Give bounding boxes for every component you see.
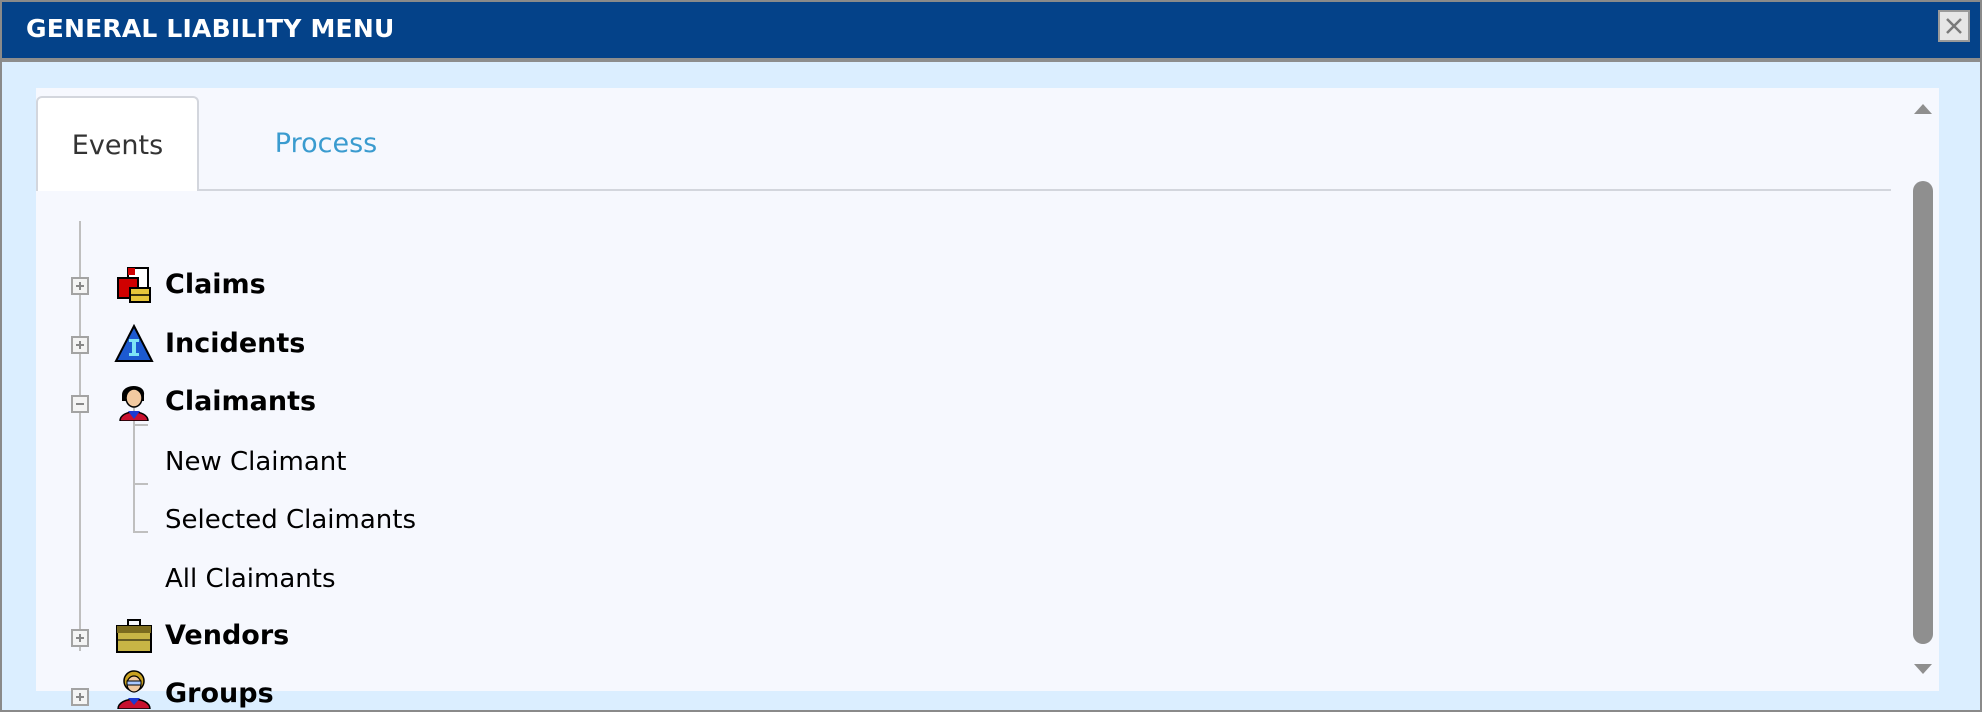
- tab-process[interactable]: Process: [236, 96, 416, 191]
- groups-expand-toggle[interactable]: [71, 688, 89, 706]
- tree-guide-line: [133, 531, 148, 533]
- tree-node-vendors[interactable]: Vendors: [165, 620, 289, 651]
- tab-strip: Events Process: [36, 88, 1891, 191]
- scroll-thumb[interactable]: [1913, 181, 1933, 644]
- window-title: GENERAL LIABILITY MENU: [26, 14, 395, 43]
- vendors-icon: [116, 619, 152, 653]
- scroll-up-arrow-icon[interactable]: [1913, 102, 1933, 116]
- tree-node-claims[interactable]: Claims: [165, 269, 266, 300]
- tree-item-new-claimant[interactable]: New Claimant: [165, 447, 346, 477]
- tree-node-groups[interactable]: Groups: [165, 678, 274, 709]
- events-tree: Claims Incidents Claimants New Claimant …: [36, 191, 1891, 709]
- general-liability-window: GENERAL LIABILITY MENU Events Process Cl…: [0, 0, 1982, 712]
- incidents-icon: [114, 324, 154, 362]
- claims-expand-toggle[interactable]: [71, 277, 89, 295]
- claimants-icon: [119, 386, 149, 421]
- claimants-collapse-toggle[interactable]: [71, 395, 89, 413]
- tree-node-incidents[interactable]: Incidents: [165, 328, 305, 359]
- title-bar: GENERAL LIABILITY MENU: [2, 2, 1980, 62]
- tree-item-all-claimants[interactable]: All Claimants: [165, 564, 336, 594]
- vendors-expand-toggle[interactable]: [71, 629, 89, 647]
- tree-guide-line: [133, 424, 148, 426]
- menu-panel: Events Process Claims Incidents Claimant…: [36, 88, 1939, 709]
- tree-node-claimants[interactable]: Claimants: [165, 386, 316, 417]
- tab-events[interactable]: Events: [36, 96, 199, 191]
- close-button[interactable]: [1938, 10, 1970, 42]
- tree-item-selected-claimants[interactable]: Selected Claimants: [165, 505, 416, 535]
- groups-icon: [117, 670, 151, 709]
- vertical-scrollbar[interactable]: [1907, 88, 1939, 691]
- incidents-expand-toggle[interactable]: [71, 336, 89, 354]
- scroll-down-arrow-icon[interactable]: [1913, 662, 1933, 676]
- claims-icon: [117, 267, 151, 303]
- tree-guide-line: [133, 483, 148, 485]
- close-icon: [1946, 18, 1962, 34]
